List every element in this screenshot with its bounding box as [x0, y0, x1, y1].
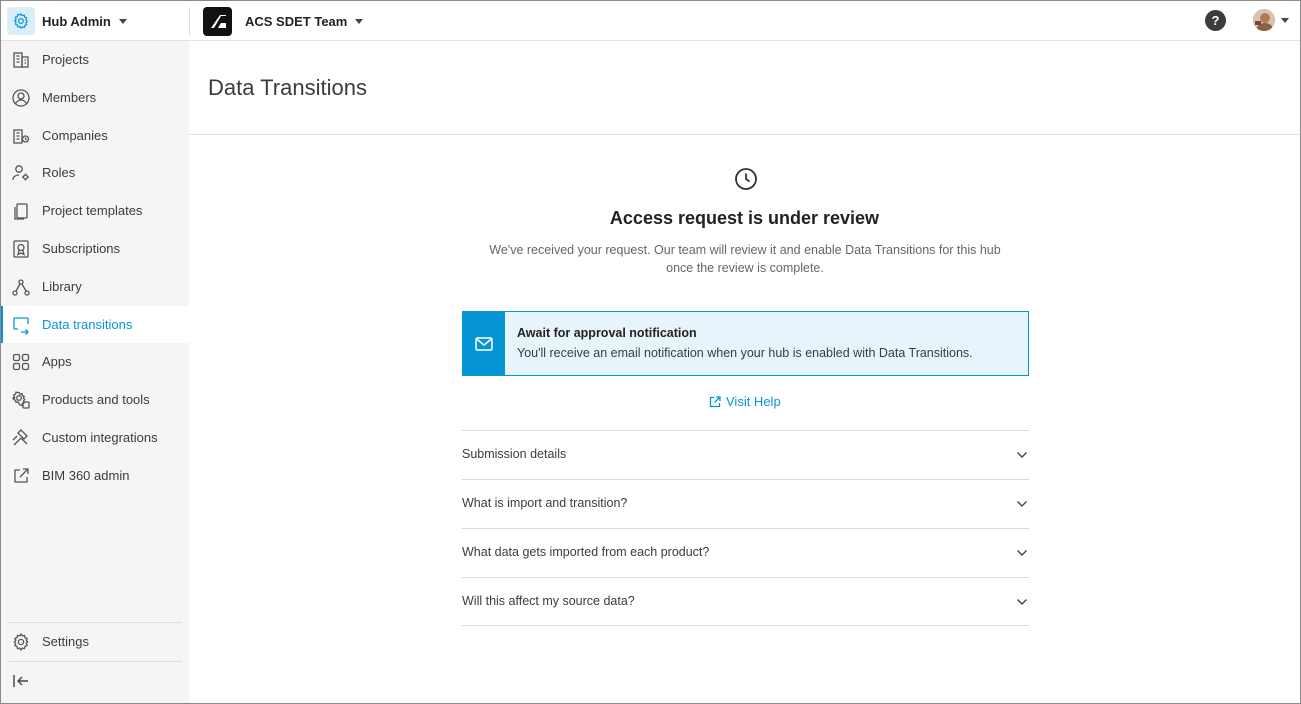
accordion-item-data-imported[interactable]: What data gets imported from each produc… [462, 528, 1029, 577]
sidebar-item-label: Subscriptions [42, 241, 121, 256]
page-title: Data Transitions [208, 75, 367, 100]
visit-help-link[interactable]: Visit Help [709, 394, 781, 409]
notice-text: You'll receive an email notification whe… [517, 346, 973, 360]
sidebar-item-projects[interactable]: Projects [1, 41, 189, 78]
sidebar-item-label: Products and tools [42, 392, 150, 407]
approval-notice-banner: Await for approval notification You'll r… [462, 311, 1029, 376]
sidebar-item-products-and-tools[interactable]: Products and tools [1, 381, 189, 418]
sidebar-item-apps[interactable]: Apps [1, 343, 189, 380]
chevron-down-icon [1017, 599, 1027, 605]
external-link-icon [709, 395, 721, 407]
chevron-down-icon [1017, 550, 1027, 556]
sidebar-item-label: Settings [42, 634, 89, 649]
sidebar-item-custom-integrations[interactable]: Custom integrations [1, 419, 189, 456]
sidebar-item-label: Companies [42, 128, 108, 143]
notice-title: Await for approval notification [517, 326, 697, 340]
autodesk-logo-icon [203, 6, 232, 36]
team-switcher[interactable]: ACS SDET Team [203, 6, 364, 36]
avatar [1253, 9, 1275, 31]
sidebar-item-label: Projects [42, 52, 89, 67]
data-transition-icon [13, 317, 29, 335]
caret-down-icon [1281, 17, 1289, 23]
mail-icon [475, 336, 493, 351]
caret-down-icon [118, 18, 127, 24]
visit-help-label: Visit Help [726, 394, 781, 409]
caret-down-icon [355, 18, 364, 24]
sidebar-item-label: Data transitions [42, 317, 133, 332]
help-icon[interactable]: ? [1205, 10, 1226, 31]
sidebar: Projects Members Companies Roles Project… [1, 41, 189, 703]
sidebar-item-companies[interactable]: Companies [1, 117, 189, 154]
hub-admin-switcher[interactable]: Hub Admin [7, 6, 182, 36]
gear-icon [13, 632, 29, 652]
sidebar-item-settings[interactable]: Settings [1, 623, 189, 660]
notice-icon-box [463, 312, 505, 375]
sidebar-item-label: Apps [42, 354, 72, 369]
sidebar-item-subscriptions[interactable]: Subscriptions [1, 230, 189, 267]
user-circle-icon [12, 89, 30, 107]
apps-grid-icon [12, 353, 30, 371]
user-gear-icon [12, 165, 29, 181]
top-header: Hub Admin ACS SDET Team ? [1, 1, 1300, 41]
sidebar-item-label: BIM 360 admin [42, 468, 130, 483]
sidebar-item-label: Project templates [42, 203, 143, 218]
chevron-down-icon [1017, 452, 1027, 458]
title-divider [189, 134, 1300, 135]
template-icon [14, 203, 28, 220]
main-content: Data Transitions Access request is under… [189, 41, 1300, 703]
sidebar-item-members[interactable]: Members [1, 79, 189, 116]
team-label: ACS SDET Team [245, 13, 348, 29]
integrations-icon [12, 429, 28, 446]
clock-icon [735, 168, 757, 190]
sidebar-item-label: Custom integrations [42, 430, 158, 445]
company-icon [13, 129, 30, 144]
gear-icon [7, 7, 35, 35]
products-gear-icon [11, 391, 30, 409]
accordion-label: What is import and transition? [462, 496, 628, 510]
chevron-down-icon [1017, 501, 1027, 507]
sidebar-item-label: Members [42, 90, 97, 105]
external-link-icon [14, 468, 29, 483]
sidebar-item-label: Library [42, 279, 82, 294]
sidebar-item-label: Roles [42, 165, 76, 180]
accordion-item-import-and-transition[interactable]: What is import and transition? [462, 479, 1029, 528]
accordion-label: Submission details [462, 447, 567, 461]
hub-admin-label: Hub Admin [42, 13, 111, 29]
sidebar-item-roles[interactable]: Roles [1, 154, 189, 191]
library-icon [12, 279, 30, 296]
status-description: We've received your request. Our team wi… [489, 243, 1001, 275]
collapse-sidebar-button[interactable] [1, 662, 189, 699]
accordion-label: Will this affect my source data? [462, 594, 635, 608]
subscription-icon [13, 240, 29, 258]
user-menu[interactable] [1253, 9, 1289, 31]
collapse-sidebar-icon [13, 675, 28, 687]
status-headline: Access request is under review [609, 208, 880, 228]
sidebar-item-library[interactable]: Library [1, 268, 189, 305]
accordion-item-submission-details[interactable]: Submission details [462, 430, 1029, 479]
accordion-item-source-data[interactable]: Will this affect my source data? [462, 577, 1029, 626]
building-icon [13, 52, 29, 68]
faq-accordion: Submission details What is import and tr… [462, 430, 1029, 626]
sidebar-item-bim-360-admin[interactable]: BIM 360 admin [1, 457, 189, 494]
sidebar-item-project-templates[interactable]: Project templates [1, 192, 189, 229]
sidebar-item-data-transitions[interactable]: Data transitions [1, 306, 189, 343]
header-divider [189, 7, 190, 35]
accordion-label: What data gets imported from each produc… [462, 545, 710, 559]
